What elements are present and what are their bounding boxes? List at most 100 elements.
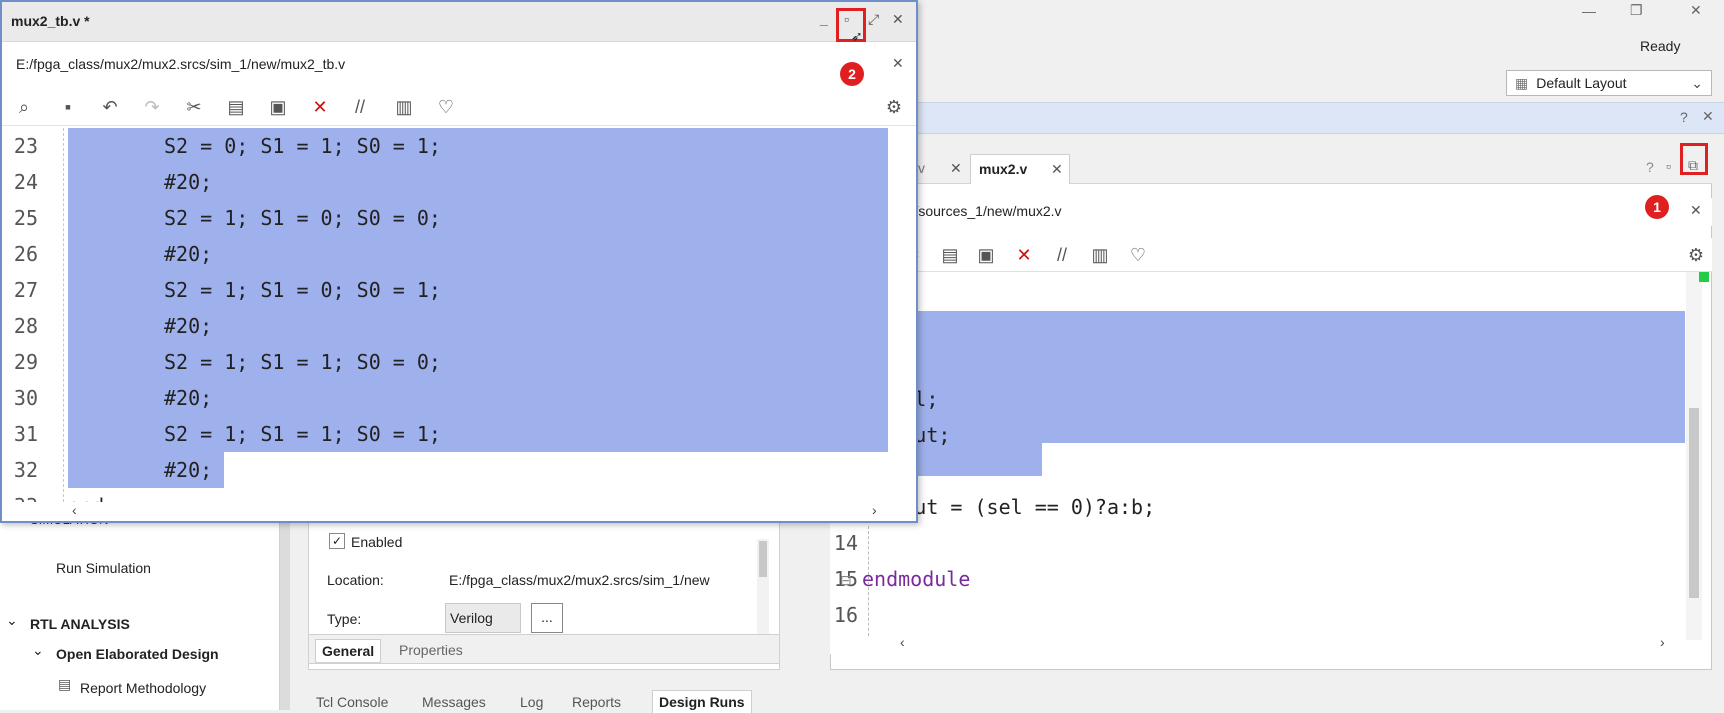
delete-icon[interactable]: ✕ — [1012, 243, 1036, 267]
copy-icon[interactable]: ▤ — [938, 243, 962, 267]
splitter[interactable] — [280, 520, 290, 710]
search-icon[interactable]: ⌕ — [12, 95, 36, 119]
report-icon: ▤ — [58, 676, 72, 692]
code-line: #20; — [164, 458, 213, 482]
tab-log[interactable]: Log — [520, 694, 543, 710]
bulb-icon[interactable]: ♡ — [434, 95, 458, 119]
code-editor[interactable]: nput a; nput b; nput sel; utput out; ssi… — [830, 272, 1709, 654]
step-badge: 1 — [1645, 195, 1669, 219]
columns-icon[interactable]: ▥ — [1088, 243, 1112, 267]
line-number: 25 — [13, 206, 38, 230]
window-titlebar[interactable]: mux2_tb.v * _ ▫ ⤢ ✕ ➶ — [2, 2, 916, 44]
run-simulation-item[interactable]: Run Simulation — [56, 560, 151, 576]
close-icon[interactable]: ✕ — [1690, 202, 1702, 219]
selection-region — [830, 311, 1685, 443]
save-icon[interactable]: ▪ — [56, 95, 80, 119]
help-icon[interactable]: ? — [1680, 109, 1688, 125]
minimize-icon[interactable]: _ — [820, 10, 828, 26]
tab-messages[interactable]: Messages — [422, 694, 486, 710]
layout-grid-icon: ▦ — [1515, 74, 1529, 91]
chevron-down-icon[interactable]: ⌄ — [32, 642, 44, 659]
paste-icon[interactable]: ▣ — [974, 243, 998, 267]
more-button[interactable]: ... — [531, 603, 563, 633]
highlight-box-float — [1680, 143, 1708, 175]
file-path: E:/fpga_class/mux2/mux2.srcs/sim_1/new/m… — [16, 56, 346, 72]
scroll-left-icon[interactable]: ‹ — [72, 502, 77, 518]
type-label: Type: — [327, 611, 362, 627]
tab-close-icon[interactable]: ✕ — [950, 160, 962, 177]
chevron-down-icon[interactable]: ⌄ — [6, 612, 18, 629]
editor-toolbar: ⌕ ▪ ↶ ↷ ✂ ▤ ▣ ✕ // ▥ ♡ ⚙ — [2, 88, 916, 126]
close-icon[interactable]: ✕ — [892, 55, 904, 72]
scrollbar-thumb[interactable] — [1689, 408, 1699, 598]
gear-icon[interactable]: ⚙ — [882, 95, 906, 119]
app-titlebar: — ❐ ✕ — [830, 0, 1724, 26]
scroll-left-icon[interactable]: ‹ — [900, 634, 905, 650]
comment-icon[interactable]: // — [348, 95, 372, 119]
gear-icon[interactable]: ⚙ — [1684, 243, 1708, 267]
report-methodology-item[interactable]: Report Methodology — [80, 680, 206, 696]
open-elaborated-design-item[interactable]: Open Elaborated Design — [56, 646, 219, 662]
tab-close-icon[interactable]: ✕ — [1051, 161, 1063, 178]
section-rtl-analysis[interactable]: RTL ANALYSIS — [30, 616, 130, 632]
bulb-icon[interactable]: ♡ — [1126, 243, 1150, 267]
layout-select[interactable]: ▦ Default Layout ⌄ — [1506, 70, 1712, 96]
tab-mux2-v[interactable]: mux2.v ✕ — [970, 154, 1070, 184]
close-icon[interactable]: ✕ — [1702, 108, 1714, 125]
type-field[interactable]: Verilog — [445, 603, 521, 633]
chevron-down-icon: ⌄ — [1691, 74, 1703, 91]
location-label: Location: — [327, 572, 384, 588]
close-icon[interactable]: ✕ — [892, 11, 904, 28]
delete-icon[interactable]: ✕ — [308, 95, 332, 119]
line-number: 32 — [13, 458, 38, 482]
code-line: S2 = 1; S1 = 0; S0 = 0; — [164, 206, 441, 230]
tab-label: mux2.v — [979, 161, 1028, 177]
horizontal-scrollbar[interactable]: ‹ › — [64, 502, 888, 520]
line-number: 30 — [13, 386, 38, 410]
fold-icon[interactable]: ⊟ — [840, 572, 852, 589]
comment-icon[interactable]: // — [1050, 243, 1074, 267]
horizontal-scrollbar[interactable]: ‹ › — [868, 634, 1688, 652]
scrollbar-thumb[interactable] — [759, 541, 767, 577]
floating-editor-window: mux2_tb.v * _ ▫ ⤢ ✕ ➶ E:/fpga_class/mux2… — [0, 0, 918, 523]
status-text: Ready — [1640, 38, 1681, 54]
help-icon[interactable]: ? — [1646, 159, 1654, 175]
status-marker — [1699, 272, 1709, 282]
editor-path-bar: x2/mux2.srcs/sources_1/new/mux2.v 1 ✕ — [830, 195, 1712, 226]
tab-prev-label[interactable]: v — [918, 160, 925, 176]
enabled-checkbox[interactable]: ✓ — [329, 533, 345, 549]
close-icon[interactable]: ✕ — [1690, 2, 1702, 19]
minimize-icon[interactable]: — — [1582, 3, 1596, 19]
scroll-right-icon[interactable]: › — [872, 502, 877, 518]
line-number: 33 — [2, 494, 38, 502]
location-value: E:/fpga_class/mux2/mux2.srcs/sim_1/new — [449, 572, 710, 588]
redo-icon[interactable]: ↷ — [140, 95, 164, 119]
paste-icon[interactable]: ▣ — [266, 95, 290, 119]
tab-general[interactable]: General — [315, 639, 382, 663]
enabled-label: Enabled — [351, 534, 403, 550]
code-editor[interactable]: 23 S2 = 0; S1 = 1; S0 = 1; 24 #20; 25 S2… — [2, 128, 888, 502]
mouse-cursor-icon: ➶ — [851, 28, 863, 44]
line-number: 29 — [13, 350, 38, 374]
tab-properties[interactable]: Properties — [399, 642, 463, 658]
copy-icon[interactable]: ▤ — [224, 95, 248, 119]
maximize-icon[interactable]: ▫ — [1666, 158, 1671, 174]
line-number: 31 — [13, 422, 38, 446]
tab-reports[interactable]: Reports — [572, 694, 621, 710]
line-number: 28 — [13, 314, 38, 338]
restore-icon[interactable]: ❐ — [1630, 2, 1643, 19]
code-line: #20; — [164, 386, 213, 410]
code-line: #20; — [164, 170, 213, 194]
vertical-scrollbar[interactable] — [1686, 272, 1709, 640]
cut-icon[interactable]: ✂ — [182, 95, 206, 119]
dock-icon[interactable]: ⤢ — [868, 11, 879, 28]
tab-tcl-console[interactable]: Tcl Console — [316, 694, 388, 710]
scroll-right-icon[interactable]: › — [1660, 634, 1665, 650]
undo-icon[interactable]: ↶ — [98, 95, 122, 119]
step-badge: 2 — [840, 62, 864, 86]
code-line: #20; — [164, 314, 213, 338]
layout-select-value: Default Layout — [1536, 75, 1627, 91]
line-number: 24 — [13, 170, 38, 194]
columns-icon[interactable]: ▥ — [392, 95, 416, 119]
line-number: 14 — [833, 531, 858, 555]
